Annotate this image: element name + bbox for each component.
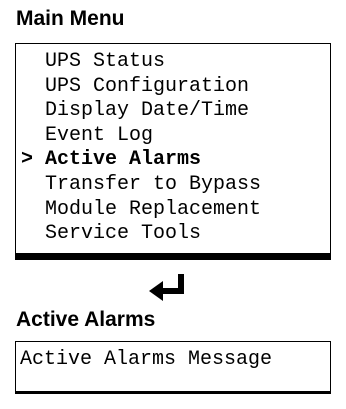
menu-item-label: Active Alarms (45, 148, 202, 172)
menu-item-label: Display Date/Time (45, 99, 250, 123)
enter-arrow-icon (149, 274, 184, 301)
selection-cursor (21, 222, 45, 247)
menu-item-module-replacement[interactable]: Module Replacement (21, 198, 261, 223)
main-menu-list: UPS Status UPS Configuration Display Dat… (21, 50, 261, 247)
menu-item-label: Service Tools (45, 222, 202, 246)
main-menu-screen: UPS Status UPS Configuration Display Dat… (15, 43, 331, 260)
active-alarms-title: Active Alarms (16, 308, 156, 331)
selection-cursor (21, 50, 45, 75)
selection-cursor (21, 173, 45, 198)
menu-item-service-tools[interactable]: Service Tools (21, 222, 261, 247)
selection-cursor (21, 124, 45, 149)
main-menu-title: Main Menu (16, 7, 125, 30)
selection-cursor (21, 198, 45, 223)
menu-item-label: Transfer to Bypass (45, 172, 262, 196)
menu-item-event-log[interactable]: Event Log (21, 124, 261, 149)
menu-item-label: Module Replacement (45, 197, 262, 221)
menu-item-ups-status[interactable]: UPS Status (21, 50, 261, 75)
menu-item-label: UPS Configuration (45, 74, 250, 98)
menu-item-label: UPS Status (45, 50, 166, 73)
menu-item-label: Event Log (45, 123, 154, 147)
selection-cursor: > (21, 148, 34, 172)
active-alarms-screen: Active Alarms Message (15, 341, 331, 394)
menu-item-ups-configuration[interactable]: UPS Configuration (21, 75, 261, 100)
menu-item-active-alarms[interactable]: > Active Alarms (21, 148, 261, 173)
menu-item-display-date-time[interactable]: Display Date/Time (21, 99, 261, 124)
active-alarms-message: Active Alarms Message (20, 348, 273, 371)
selection-cursor (21, 99, 45, 124)
menu-item-transfer-to-bypass[interactable]: Transfer to Bypass (21, 173, 261, 198)
selection-cursor (21, 75, 45, 100)
